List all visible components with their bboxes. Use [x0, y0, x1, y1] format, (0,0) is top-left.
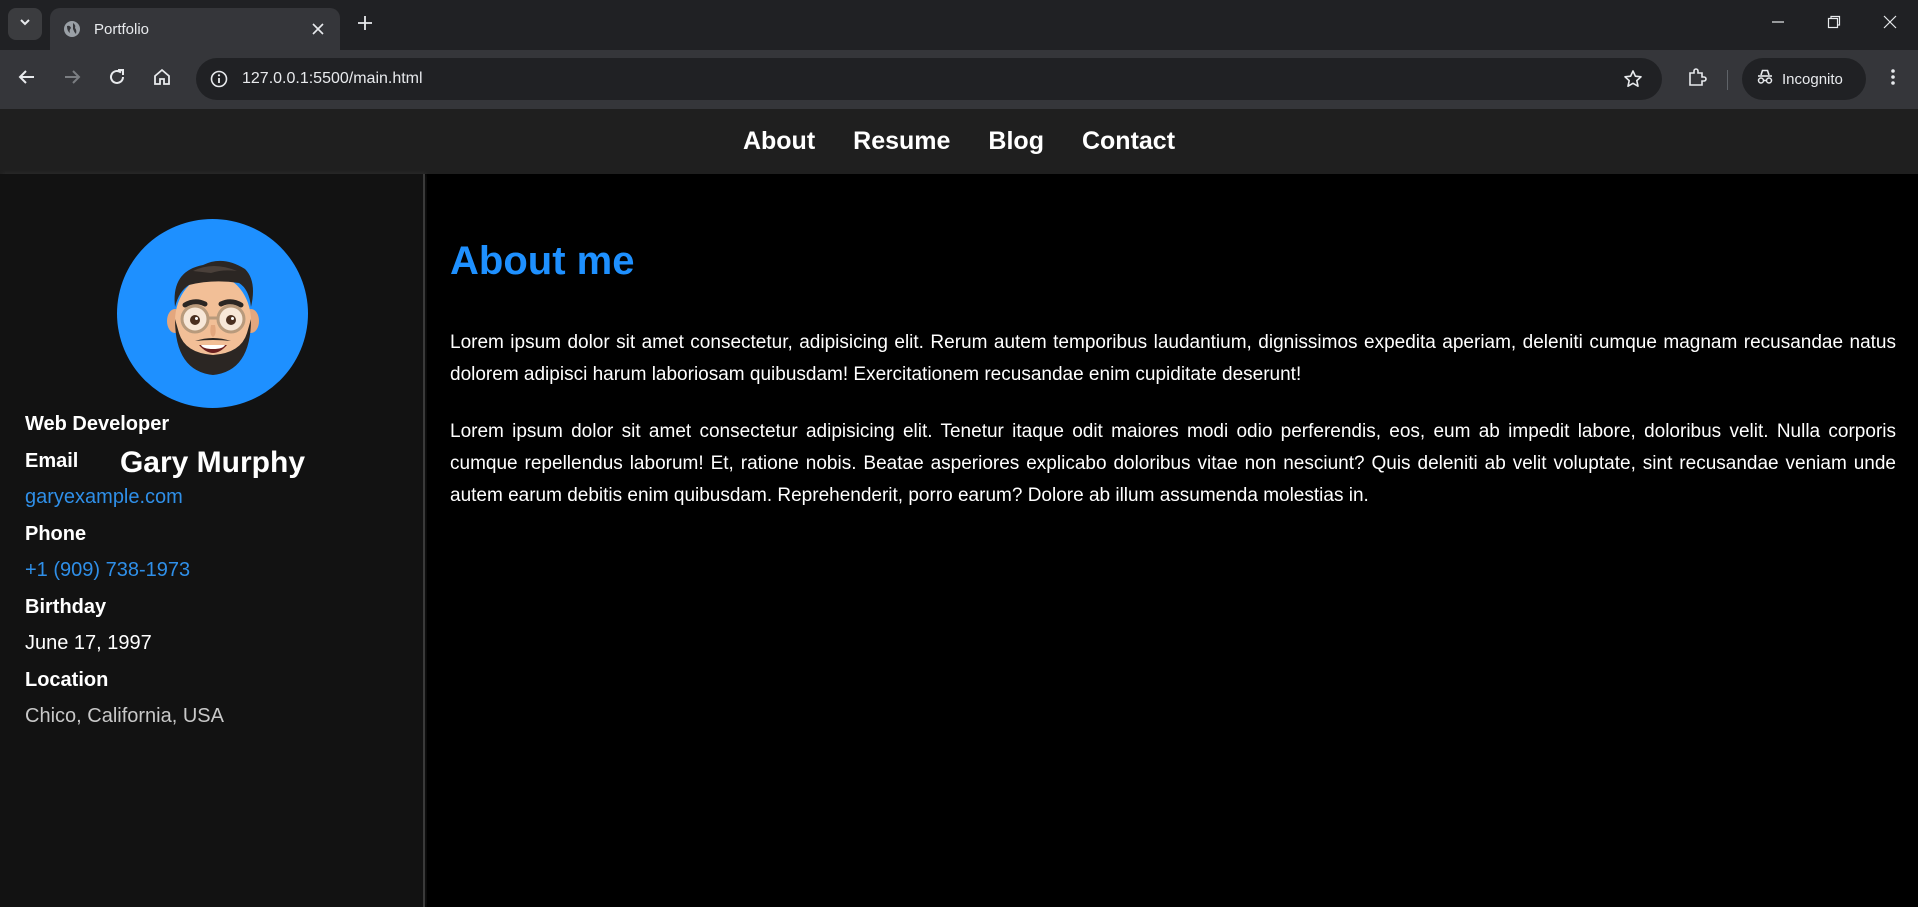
more-vertical-icon [1890, 68, 1896, 91]
profile-role: Web Developer [25, 413, 170, 435]
incognito-label: Incognito [1782, 70, 1843, 88]
browser-menu-button[interactable] [1876, 62, 1910, 96]
restore-icon [1827, 15, 1841, 34]
plus-icon [357, 15, 373, 36]
back-button[interactable] [10, 62, 44, 96]
home-button[interactable] [145, 62, 179, 96]
memoji-avatar-image [166, 260, 259, 375]
avatar [117, 219, 308, 408]
restore-button[interactable] [1814, 8, 1854, 40]
about-paragraph-2: Lorem ipsum dolor sit amet consectetur a… [450, 421, 1896, 506]
info-icon[interactable] [204, 64, 234, 94]
browser-toolbar: 127.0.0.1:5500/main.html Incognito [0, 50, 1918, 109]
location-label: Location [25, 669, 109, 691]
profile-sidebar: Gary Murphy Web Developer Email garyexam… [0, 174, 425, 907]
section-heading: About me [450, 239, 635, 283]
incognito-icon [1756, 69, 1774, 90]
puzzle-icon [1687, 67, 1707, 92]
window-close-button[interactable] [1870, 8, 1910, 40]
nav-link-contact[interactable]: Contact [1082, 127, 1175, 156]
nav-link-about[interactable]: About [743, 127, 815, 156]
birthday-value: June 17, 1997 [25, 632, 152, 654]
tab-title: Portfolio [94, 20, 150, 38]
about-paragraph-1: Lorem ipsum dolor sit amet consectetur, … [450, 332, 1896, 385]
address-bar[interactable]: 127.0.0.1:5500/main.html [196, 58, 1662, 100]
arrow-left-icon [18, 68, 36, 91]
home-icon [153, 68, 171, 91]
browser-tab[interactable]: Portfolio [50, 8, 340, 50]
location-value: Chico, California, USA [25, 705, 224, 727]
nav-link-blog[interactable]: Blog [988, 127, 1044, 156]
site-navigation: About Resume Blog Contact [0, 109, 1918, 174]
arrow-right-icon [63, 68, 81, 91]
email-label: Email [25, 450, 79, 472]
star-icon[interactable] [1618, 64, 1648, 94]
extensions-button[interactable] [1680, 62, 1714, 96]
browser-tab-bar: Portfolio [0, 0, 1918, 50]
new-tab-button[interactable] [352, 12, 378, 38]
url-text[interactable]: 127.0.0.1:5500/main.html [242, 70, 1618, 88]
close-icon [1883, 15, 1897, 34]
email-link[interactable]: garyexample.com [25, 486, 183, 509]
chevron-down-icon [18, 15, 32, 34]
minimize-icon [1771, 15, 1785, 34]
reload-button[interactable] [100, 62, 134, 96]
minimize-button[interactable] [1758, 8, 1798, 40]
toolbar-divider [1727, 70, 1728, 90]
reload-icon [108, 68, 126, 91]
nav-link-resume[interactable]: Resume [853, 127, 950, 156]
phone-link[interactable]: +1 (909) 738-1973 [25, 559, 190, 582]
birthday-label: Birthday [25, 596, 107, 618]
about-section: About me Lorem ipsum dolor sit amet cons… [427, 174, 1918, 907]
globe-icon [62, 19, 82, 39]
tab-search-button[interactable] [8, 8, 42, 40]
forward-button[interactable] [55, 62, 89, 96]
close-icon[interactable] [308, 19, 328, 39]
incognito-indicator[interactable]: Incognito [1742, 58, 1866, 100]
phone-label: Phone [25, 523, 87, 545]
